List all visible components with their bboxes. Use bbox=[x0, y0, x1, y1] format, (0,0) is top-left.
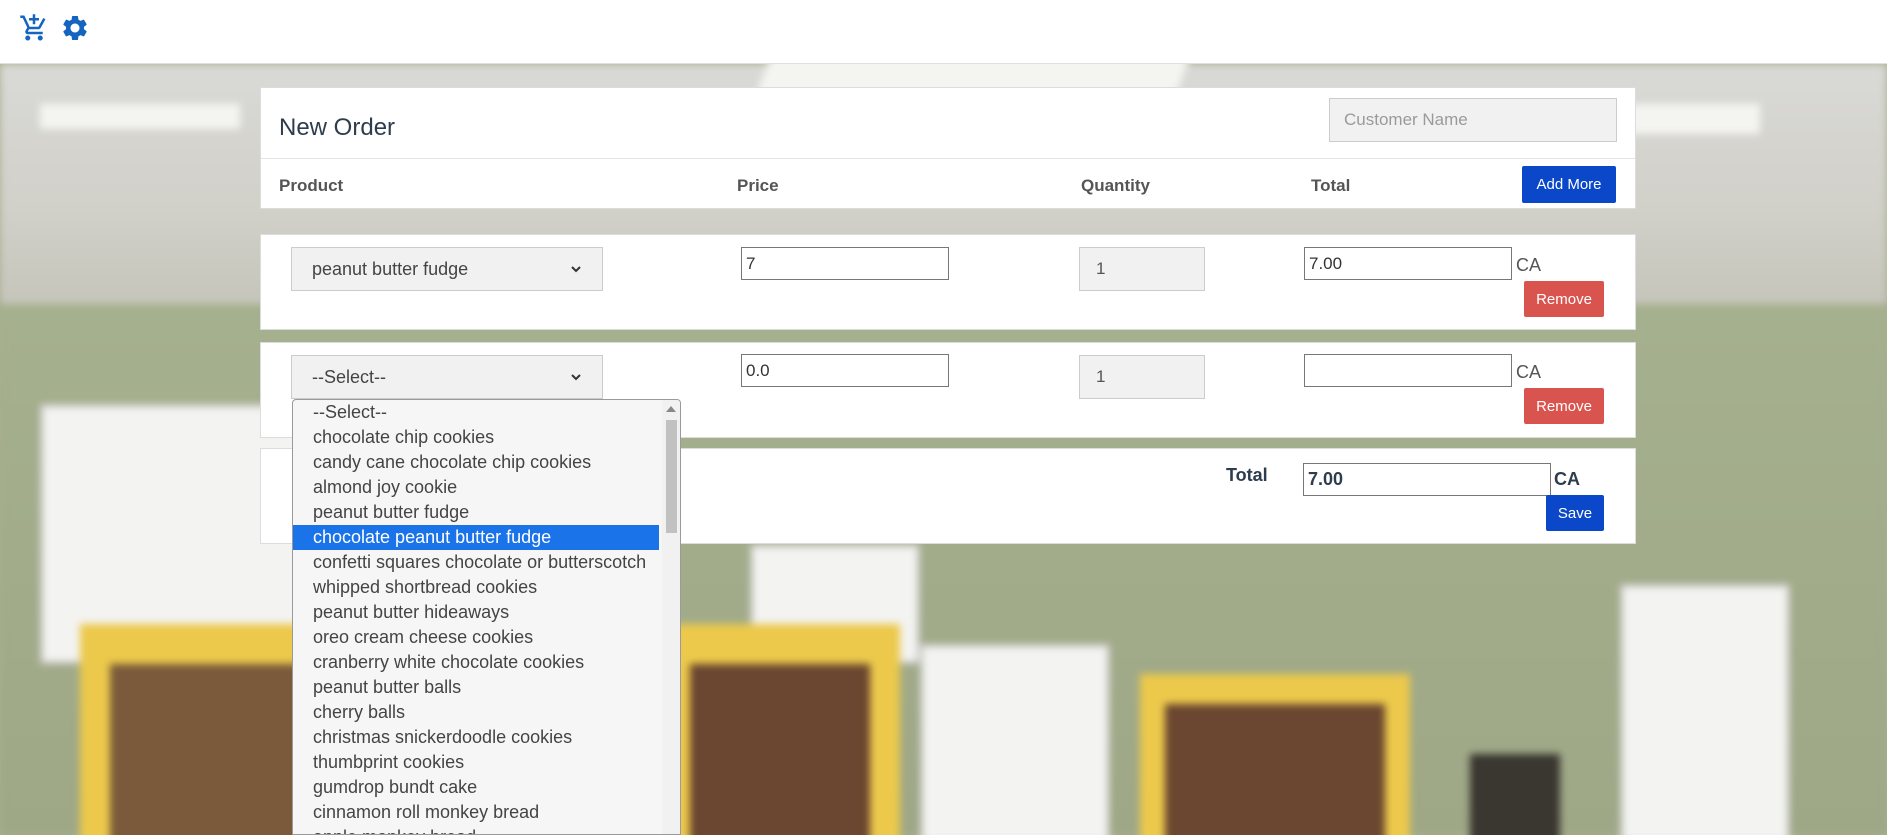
dropdown-option[interactable]: oreo cream cheese cookies bbox=[293, 625, 659, 650]
dropdown-option[interactable]: whipped shortbread cookies bbox=[293, 575, 659, 600]
dropdown-option[interactable]: thumbprint cookies bbox=[293, 750, 659, 775]
product-select[interactable]: peanut butter fudge bbox=[291, 247, 603, 291]
column-header-price: Price bbox=[737, 176, 779, 195]
product-select-value: --Select-- bbox=[312, 366, 387, 387]
price-input[interactable] bbox=[741, 354, 949, 387]
dropdown-option[interactable]: christmas snickerdoodle cookies bbox=[293, 725, 659, 750]
order-header-card: New Order Product Price Quantity Total A… bbox=[260, 87, 1636, 209]
quantity-input[interactable] bbox=[1079, 355, 1205, 399]
page-title: New Order bbox=[279, 114, 396, 141]
scrollbar-thumb[interactable] bbox=[666, 420, 677, 533]
remove-button[interactable]: Remove bbox=[1524, 281, 1604, 317]
top-bar bbox=[0, 0, 1887, 64]
quantity-input[interactable] bbox=[1079, 247, 1205, 291]
dropdown-option[interactable]: chocolate chip cookies bbox=[293, 425, 659, 450]
grand-total-currency: CA bbox=[1554, 469, 1580, 489]
dropdown-option[interactable]: apple monkey bread bbox=[293, 825, 659, 834]
chevron-down-icon bbox=[571, 266, 581, 273]
customer-name-input[interactable] bbox=[1329, 98, 1617, 142]
dropdown-scrollbar[interactable] bbox=[662, 400, 680, 834]
product-select[interactable]: --Select-- bbox=[291, 355, 603, 399]
save-button[interactable]: Save bbox=[1546, 495, 1604, 531]
column-header-total: Total bbox=[1311, 176, 1351, 195]
grand-total-label: Total bbox=[1226, 465, 1268, 485]
dropdown-option[interactable]: almond joy cookie bbox=[293, 475, 659, 500]
dropdown-option[interactable]: confetti squares chocolate or butterscot… bbox=[293, 550, 659, 575]
dropdown-options: --Select-- chocolate chip cookies candy ca… bbox=[293, 400, 680, 834]
scroll-up-arrow-icon[interactable] bbox=[666, 406, 676, 412]
dropdown-option[interactable]: peanut butter fudge bbox=[293, 500, 659, 525]
column-header-quantity: Quantity bbox=[1081, 176, 1150, 195]
dropdown-option[interactable]: --Select-- bbox=[293, 400, 659, 425]
product-dropdown-list[interactable]: --Select-- chocolate chip cookies candy ca… bbox=[292, 399, 681, 835]
dropdown-option[interactable]: peanut butter balls bbox=[293, 675, 659, 700]
row-total-input[interactable] bbox=[1304, 247, 1512, 280]
cart-plus-icon[interactable] bbox=[16, 10, 52, 46]
grand-total-input[interactable] bbox=[1303, 463, 1551, 496]
order-row: peanut butter fudge CA Remove bbox=[260, 234, 1636, 330]
currency-label: CA bbox=[1516, 255, 1542, 275]
product-select-value: peanut butter fudge bbox=[312, 258, 469, 279]
dropdown-option[interactable]: chocolate peanut butter fudge bbox=[293, 525, 659, 550]
dropdown-option[interactable]: candy cane chocolate chip cookies bbox=[293, 450, 659, 475]
chevron-down-icon bbox=[571, 374, 581, 381]
dropdown-option[interactable]: cherry balls bbox=[293, 700, 659, 725]
currency-label: CA bbox=[1516, 362, 1542, 382]
divider bbox=[261, 158, 1635, 159]
dropdown-option[interactable]: gumdrop bundt cake bbox=[293, 775, 659, 800]
dropdown-option[interactable]: cinnamon roll monkey bread bbox=[293, 800, 659, 825]
dropdown-option[interactable]: cranberry white chocolate cookies bbox=[293, 650, 659, 675]
dropdown-option[interactable]: peanut butter hideaways bbox=[293, 600, 659, 625]
add-more-button[interactable]: Add More bbox=[1522, 166, 1616, 203]
remove-button[interactable]: Remove bbox=[1524, 388, 1604, 424]
row-total-input[interactable] bbox=[1304, 354, 1512, 387]
gear-icon[interactable] bbox=[57, 10, 93, 46]
column-header-product: Product bbox=[279, 176, 344, 195]
price-input[interactable] bbox=[741, 247, 949, 280]
